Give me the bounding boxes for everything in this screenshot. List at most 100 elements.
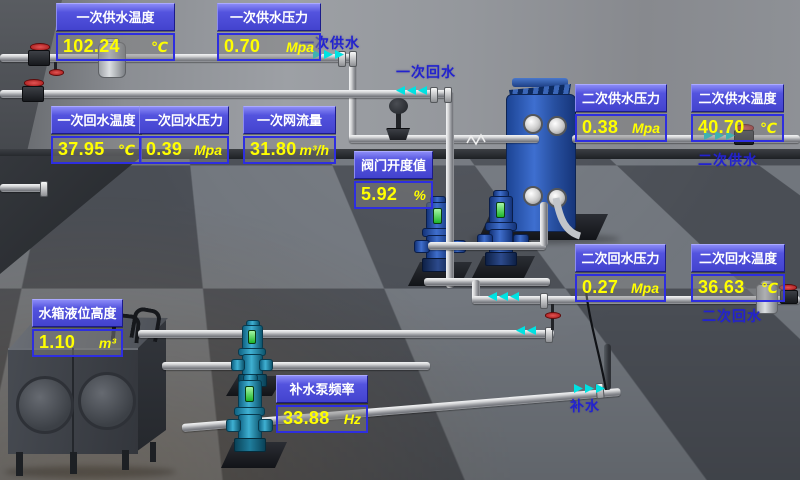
- gauge-label: 一次供水温度: [56, 3, 175, 31]
- gauge-valve-opening[interactable]: 阀门开度值 5.92%: [354, 151, 433, 209]
- pipe-primary-supply-to-hx: [349, 135, 539, 143]
- gauge-value: 5.92%: [354, 181, 433, 209]
- gauge-number: 31.80: [250, 139, 297, 160]
- pipe-pump-manifold-upper: [428, 242, 546, 250]
- arrow-left-icon: [396, 86, 405, 95]
- gauge-unit: Hz: [344, 411, 361, 427]
- gauge-number: 0.27: [582, 277, 618, 298]
- arrow-left-icon: [510, 292, 519, 301]
- hx-port: [523, 114, 543, 134]
- gauge-value: 36.63℃: [691, 274, 785, 302]
- gauge-number: 0.70: [224, 36, 260, 57]
- gauge-unit: %: [414, 187, 426, 203]
- pump-suction-nub: [226, 419, 241, 432]
- pump-discharge-nub: [259, 359, 273, 371]
- pump-discharge-nub: [258, 419, 273, 432]
- gauge-value: 37.95 ℃: [51, 136, 142, 164]
- gauge-makeup-pump-frequency[interactable]: 补水泵频率 33.88Hz: [276, 375, 368, 433]
- gauge-number: 37.95: [58, 139, 105, 160]
- pump-run-indicator: [245, 386, 254, 402]
- arrow-left-icon: [488, 292, 497, 301]
- gauge-secondary-return-temp[interactable]: 二次回水温度 36.63℃: [691, 244, 785, 302]
- pipe-primary-return-drop: [446, 92, 454, 288]
- gauge-value: 0.39 Mpa: [139, 136, 229, 164]
- pipe-label-makeup: 补水: [570, 396, 600, 416]
- gauge-label: 二次供水压力: [575, 84, 667, 112]
- hmi-screen: 一次供水 一次回水 二次供水 二次回水 补水 一次供水温度 102.24℃ 一次…: [0, 0, 800, 480]
- gauge-number: 1.10: [39, 332, 75, 353]
- gauge-secondary-return-pressure[interactable]: 二次回水压力 0.27Mpa: [575, 244, 666, 302]
- gauge-value: 0.38Mpa: [575, 114, 667, 142]
- gauge-label: 一次网流量: [243, 106, 336, 134]
- tank-flange-left: [16, 376, 74, 434]
- arrow-left-icon: [516, 326, 525, 335]
- pipe-pump-manifold-lower: [424, 278, 550, 286]
- gauge-label: 一次回水压力: [139, 106, 229, 134]
- gauge-unit: ℃: [118, 142, 135, 159]
- tank-flange-right: [78, 372, 136, 430]
- valve-body: [22, 86, 44, 102]
- arrow-left-icon: [527, 326, 536, 335]
- gauge-primary-return-pressure[interactable]: 一次回水压力 0.39 Mpa: [139, 106, 229, 164]
- pump-foot: [234, 438, 266, 452]
- gauge-label: 二次回水温度: [691, 244, 785, 272]
- gauge-primary-supply-pressure[interactable]: 一次供水压力 0.70Mpa: [217, 3, 321, 61]
- gauge-label: 一次回水温度: [51, 106, 142, 134]
- pipe-hx-bottom-riser: [540, 202, 548, 246]
- tank-shadow: [4, 466, 176, 478]
- gauge-value: 1.10 m³: [32, 329, 123, 357]
- tank-leg: [70, 452, 77, 474]
- gauge-secondary-supply-temp[interactable]: 二次供水温度 40.70 ℃: [691, 84, 784, 142]
- valve-handwheel-icon: [545, 312, 561, 319]
- tank-leg: [122, 450, 129, 470]
- pipe-makeup-rear: [162, 362, 430, 370]
- gauge-unit: ℃: [151, 39, 168, 56]
- gauge-number: 5.92: [361, 184, 397, 205]
- gauge-unit: ℃: [761, 280, 778, 297]
- gauge-tank-level[interactable]: 水箱液位高度 1.10m³: [32, 299, 123, 357]
- flow-arrows-makeup: [574, 384, 605, 393]
- gauge-secondary-supply-pressure[interactable]: 二次供水压力 0.38Mpa: [575, 84, 667, 142]
- gauge-number: 102.24: [63, 36, 120, 57]
- pipe-label-secondary-supply: 二次供水: [698, 150, 758, 170]
- gauge-unit: m³/h: [299, 142, 329, 158]
- gauge-value: 40.70 ℃: [691, 114, 784, 142]
- flow-arrows-primary-return: [396, 86, 427, 95]
- pipe-flange: [349, 51, 357, 67]
- hx-port: [547, 188, 567, 208]
- pipe-flange: [444, 87, 452, 103]
- gauge-value: 0.27Mpa: [575, 274, 666, 302]
- pipe-label-primary-return: 一次回水: [396, 62, 456, 82]
- flow-arrows-secondary-return: [488, 292, 519, 301]
- gauge-value: 31.80m³/h: [243, 136, 336, 164]
- valve-handwheel-icon: [49, 69, 64, 76]
- pump-foot: [485, 252, 517, 266]
- gauge-value: 0.70Mpa: [217, 33, 321, 61]
- arrow-left-icon: [418, 86, 427, 95]
- pipe-makeup-riser: [604, 344, 611, 390]
- pipe-flange: [540, 293, 548, 309]
- gauge-label: 二次供水温度: [691, 84, 784, 112]
- valve-actuator: [389, 98, 408, 114]
- gauge-value: 33.88Hz: [276, 405, 368, 433]
- flow-arrows-tank-line: [516, 326, 536, 335]
- gauge-unit: m³: [99, 335, 116, 351]
- gauge-unit: Mpa: [194, 142, 222, 158]
- pump-run-indicator: [248, 330, 256, 344]
- pump-suction-nub: [231, 359, 245, 371]
- arrow-left-icon: [499, 292, 508, 301]
- pipe-primary-return: [0, 90, 452, 98]
- gauge-number: 0.39: [146, 139, 182, 160]
- gauge-label: 一次供水压力: [217, 3, 321, 31]
- pipe-end-cap: [40, 181, 48, 197]
- gauge-primary-return-temp[interactable]: 一次回水温度 37.95 ℃: [51, 106, 142, 164]
- pipe-tank-outlet: [138, 330, 554, 338]
- gauge-primary-supply-temp[interactable]: 一次供水温度 102.24 ℃: [56, 3, 175, 61]
- gauge-value: 102.24 ℃: [56, 33, 175, 61]
- gauge-number: 40.70: [698, 117, 745, 138]
- pipe-primary-supply-drop: [349, 56, 357, 140]
- tank-leg: [150, 442, 156, 462]
- arrow-right-icon: [596, 384, 605, 393]
- gauge-unit: ℃: [760, 120, 777, 137]
- gauge-primary-flow[interactable]: 一次网流量 31.80m³/h: [243, 106, 336, 164]
